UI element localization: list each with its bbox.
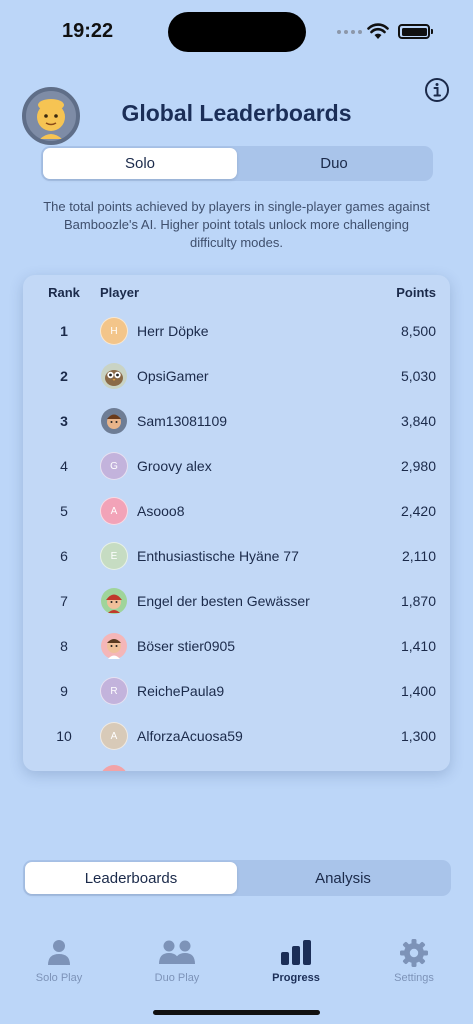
points-value: 1,300	[400, 728, 436, 744]
info-icon[interactable]	[424, 77, 450, 103]
tabbar-item-settings[interactable]: Settings	[355, 930, 473, 984]
partial-row-avatar	[100, 765, 128, 771]
table-row[interactable]: 10 A AlforzaAcuosa59 1,300	[23, 713, 450, 758]
page-title: Global Leaderboards	[121, 100, 352, 126]
rank-value: 4	[60, 458, 68, 474]
player-name: Groovy alex	[137, 458, 212, 474]
table-row[interactable]: 3 Sam13081109 3,840	[23, 398, 450, 443]
leaderboard-table[interactable]: Rank Player Points 1 H Herr Döpke 8,500 2 Ops…	[23, 275, 450, 771]
rank-value: 9	[60, 683, 68, 699]
player-name: Enthusiastische Hyäne 77	[137, 548, 299, 564]
player-avatar	[100, 587, 128, 615]
player-name: AlforzaAcuosa59	[137, 728, 243, 744]
tab-duo[interactable]: Duo	[237, 148, 431, 179]
player-avatar: G	[100, 452, 128, 480]
tabbar-item-solo-play[interactable]: Solo Play	[0, 930, 118, 984]
rank-value: 3	[60, 413, 68, 429]
rank-value: 5	[60, 503, 68, 519]
table-row[interactable]: 2 OpsiGamer 5,030	[23, 353, 450, 398]
mode-segmented-control: Solo Duo	[41, 146, 433, 181]
tabbar-label-solo-play: Solo Play	[35, 972, 83, 984]
table-row[interactable]: 9 R ReichePaula9 1,400	[23, 668, 450, 713]
player-avatar: A	[100, 497, 128, 525]
player-name: Sam13081109	[137, 413, 228, 429]
leaderboard-description: The total points achieved by players in …	[43, 199, 430, 250]
rank-value: 6	[60, 548, 68, 564]
view-segmented-control: Leaderboards Analysis	[23, 860, 451, 896]
player-name: Herr Döpke	[137, 323, 209, 339]
player-avatar: R	[100, 677, 128, 705]
column-header-rank: Rank	[48, 285, 80, 300]
player-avatar: A	[100, 722, 128, 750]
player-name: Asooo8	[137, 503, 185, 519]
home-indicator	[153, 1010, 320, 1015]
table-row[interactable]: 6 E Enthusiastische Hyäne 77 2,110	[23, 533, 450, 578]
points-value: 1,410	[400, 638, 436, 654]
player-avatar	[100, 632, 128, 660]
tabbar-item-progress[interactable]: Progress	[237, 930, 355, 984]
bottom-tab-bar: Solo Play Duo Play Progress Settings	[0, 930, 473, 1000]
tabbar-label-duo-play: Duo Play	[154, 972, 200, 984]
points-value: 5,030	[400, 368, 436, 384]
player-avatar	[100, 362, 128, 390]
gear-icon	[400, 939, 428, 967]
tabbar-label-progress: Progress	[272, 972, 320, 984]
rank-value: 2	[60, 368, 68, 384]
column-header-player: Player	[100, 285, 140, 300]
rank-value: 1	[60, 323, 68, 339]
points-value: 3,840	[400, 413, 436, 429]
rank-value: 8	[60, 638, 68, 654]
cellular-signal-icon	[337, 30, 362, 34]
points-value: 2,980	[400, 458, 436, 474]
status-bar: 19:22	[0, 0, 473, 60]
rank-value: 10	[56, 728, 72, 744]
player-avatar: E	[100, 542, 128, 570]
points-value: 1,400	[400, 683, 436, 699]
player-name: ReichePaula9	[137, 683, 225, 699]
player-name: Engel der besten Gewässer	[137, 593, 310, 609]
table-row[interactable]: 4 G Groovy alex 2,980	[23, 443, 450, 488]
player-name: OpsiGamer	[137, 368, 209, 384]
player-name: Böser stier0905	[137, 638, 236, 654]
tab-solo[interactable]: Solo	[43, 148, 237, 179]
column-header-points: Points	[396, 285, 436, 300]
wifi-icon	[367, 23, 389, 39]
tab-leaderboards[interactable]: Leaderboards	[25, 862, 237, 894]
status-time: 19:22	[62, 20, 114, 42]
points-value: 2,420	[400, 503, 436, 519]
tab-analysis[interactable]: Analysis	[237, 862, 449, 894]
table-row[interactable]: 1 H Herr Döpke 8,500	[23, 308, 450, 353]
tabbar-item-duo-play[interactable]: Duo Play	[118, 930, 236, 984]
leaderboard-rows: 1 H Herr Döpke 8,500 2 OpsiGamer 5,030 3 Sam1308…	[23, 308, 450, 758]
dynamic-island	[168, 12, 306, 52]
player-avatar: H	[100, 317, 128, 345]
bar-chart-icon	[281, 940, 311, 965]
table-row[interactable]: 7 Engel der besten Gewässer 1,870	[23, 578, 450, 623]
tabbar-label-settings: Settings	[394, 972, 434, 984]
person-icon	[48, 940, 70, 965]
battery-icon	[398, 24, 433, 39]
table-header: Rank Player Points	[23, 285, 450, 305]
table-row[interactable]: 8 Böser stier0905 1,410	[23, 623, 450, 668]
table-row[interactable]: 5 A Asooo8 2,420	[23, 488, 450, 533]
points-value: 1,870	[400, 593, 436, 609]
points-value: 8,500	[400, 323, 436, 339]
rank-value: 7	[60, 593, 68, 609]
points-value: 2,110	[402, 548, 436, 564]
two-people-icon	[159, 940, 195, 964]
player-avatar	[100, 407, 128, 435]
